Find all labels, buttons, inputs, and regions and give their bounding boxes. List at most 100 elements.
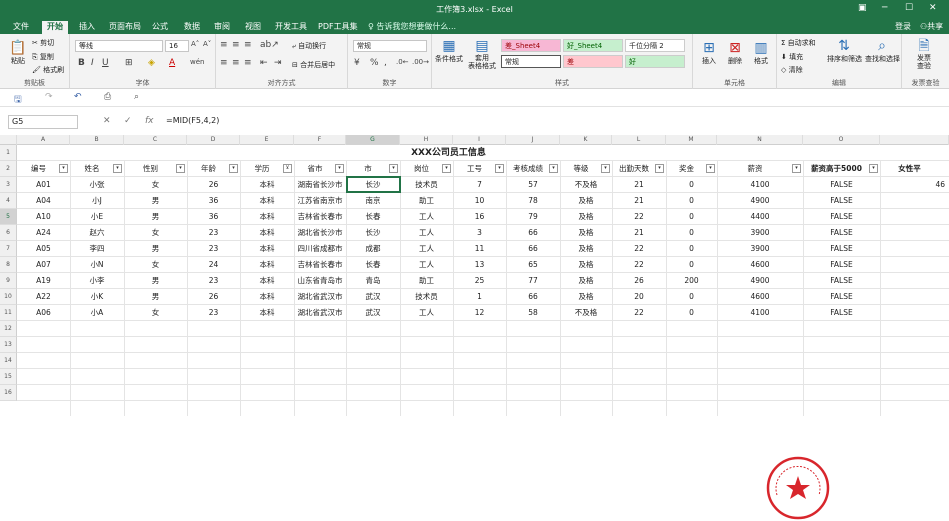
tab-developer[interactable]: 开发工具 xyxy=(270,21,312,34)
table-cell[interactable]: 4100 xyxy=(717,177,803,193)
table-cell[interactable]: 36 xyxy=(187,209,240,225)
table-cell[interactable]: 10 xyxy=(453,193,506,209)
table-cell[interactable]: 23 xyxy=(187,273,240,289)
table-cell[interactable]: 本科 xyxy=(240,257,294,273)
table-cell[interactable]: 女 xyxy=(124,257,187,273)
table-cell[interactable]: 0 xyxy=(666,177,717,193)
table-cell[interactable]: 24 xyxy=(187,257,240,273)
table-cell[interactable]: A22 xyxy=(17,289,70,305)
table-cell[interactable]: 小J xyxy=(70,193,124,209)
table-cell[interactable]: 及格 xyxy=(560,193,612,209)
table-cell[interactable]: 李四 xyxy=(70,241,124,257)
table-cell[interactable]: 技术员 xyxy=(400,177,453,193)
table-cell[interactable]: 22 xyxy=(612,305,666,321)
table-cell[interactable]: 本科 xyxy=(240,209,294,225)
table-cell[interactable]: 0 xyxy=(666,209,717,225)
conditional-formatting-button[interactable]: ▦ 条件格式 xyxy=(434,38,464,64)
row-header-14[interactable]: 14 xyxy=(0,353,17,369)
filter-dropdown-button[interactable]: ▾ xyxy=(389,164,398,173)
table-cell[interactable]: 本科 xyxy=(240,289,294,305)
filter-dropdown-button[interactable]: ▾ xyxy=(176,164,185,173)
table-cell[interactable]: 南京 xyxy=(346,193,400,209)
column-header-J[interactable]: J xyxy=(506,135,560,145)
table-cell[interactable]: 本科 xyxy=(240,241,294,257)
table-cell[interactable]: 女 xyxy=(124,305,187,321)
table-cell[interactable]: FALSE xyxy=(803,289,880,305)
table-cell[interactable]: 工人 xyxy=(400,305,453,321)
row-header-13[interactable]: 13 xyxy=(0,337,17,353)
table-cell[interactable]: 4900 xyxy=(717,193,803,209)
table-cell[interactable]: FALSE xyxy=(803,193,880,209)
table-cell[interactable]: 及格 xyxy=(560,273,612,289)
table-cell[interactable]: 本科 xyxy=(240,225,294,241)
increase-indent-icon[interactable]: ⇥ xyxy=(274,58,282,68)
table-cell[interactable]: A04 xyxy=(17,193,70,209)
table-cell[interactable]: 助工 xyxy=(400,273,453,289)
percent-icon[interactable]: % xyxy=(370,58,379,68)
align-right-icon[interactable]: ≡ xyxy=(244,58,252,68)
table-cell[interactable]: 湖北省武汉市 xyxy=(294,305,346,321)
redo-icon[interactable]: ↷ xyxy=(45,92,53,102)
column-header-B[interactable]: B xyxy=(70,135,124,145)
table-cell[interactable]: 男 xyxy=(124,209,187,225)
table-cell[interactable]: 66 xyxy=(506,241,560,257)
table-cell[interactable]: A24 xyxy=(17,225,70,241)
table-cell[interactable]: 21 xyxy=(612,225,666,241)
formula-input[interactable]: =MID(F5,4,2) xyxy=(166,116,219,125)
column-header-G[interactable]: G xyxy=(346,135,400,145)
bold-icon[interactable]: B xyxy=(78,58,85,68)
table-cell[interactable]: 男 xyxy=(124,289,187,305)
row-header-12[interactable]: 12 xyxy=(0,321,17,337)
ribbon-display-icon[interactable]: ▣ xyxy=(858,3,867,13)
table-cell[interactable]: 26 xyxy=(187,289,240,305)
select-all-corner[interactable] xyxy=(0,135,17,145)
table-cell[interactable]: 小K xyxy=(70,289,124,305)
clear-button[interactable]: ◇ 清除 xyxy=(781,65,803,75)
align-left-icon[interactable]: ≡ xyxy=(220,58,228,68)
row-header-4[interactable]: 4 xyxy=(0,193,17,209)
table-cell[interactable]: 四川省成都市 xyxy=(294,241,346,257)
font-size-select[interactable]: 16 xyxy=(165,40,189,52)
orientation-icon[interactable]: ab↗ xyxy=(260,40,279,50)
decrease-decimal-icon[interactable]: .00→ xyxy=(412,58,429,66)
comma-style-icon[interactable]: , xyxy=(384,58,387,68)
filter-dropdown-button[interactable]: ▾ xyxy=(495,164,504,173)
align-top-icon[interactable]: ≡ xyxy=(220,40,228,50)
tab-home[interactable]: 开始 xyxy=(42,21,68,34)
table-cell[interactable]: 本科 xyxy=(240,305,294,321)
column-header-M[interactable]: M xyxy=(666,135,717,145)
table-cell[interactable]: 22 xyxy=(612,209,666,225)
table-cell[interactable]: 4600 xyxy=(717,257,803,273)
worksheet-grid[interactable]: ABCDEFGHIJKLMNO 1 2 3 4 5 6 7 8 9 10 11 12 13 14 15 16 X… xyxy=(0,135,949,520)
maximize-icon[interactable]: ☐ xyxy=(905,3,913,13)
font-color-icon[interactable]: A xyxy=(169,58,175,68)
tab-view[interactable]: 视图 xyxy=(240,21,266,34)
column-header-H[interactable]: H xyxy=(400,135,453,145)
table-cell[interactable]: 湖北省长沙市 xyxy=(294,225,346,241)
tab-review[interactable]: 审阅 xyxy=(209,21,235,34)
column-header-C[interactable]: C xyxy=(124,135,187,145)
align-center-icon[interactable]: ≡ xyxy=(232,58,240,68)
table-cell[interactable]: 4400 xyxy=(717,209,803,225)
table-cell[interactable]: 男 xyxy=(124,241,187,257)
table-cell[interactable]: 女 xyxy=(124,177,187,193)
style-comma-2[interactable]: 千位分隔 2 xyxy=(625,39,685,52)
column-header-E[interactable]: E xyxy=(240,135,294,145)
border-icon[interactable]: ⊞ xyxy=(125,58,133,68)
column-header-F[interactable]: F xyxy=(294,135,346,145)
table-cell[interactable]: 23 xyxy=(187,305,240,321)
table-cell[interactable]: 长春 xyxy=(346,257,400,273)
table-cell[interactable]: 山东省青岛市 xyxy=(294,273,346,289)
tab-page-layout[interactable]: 页面布局 xyxy=(104,21,146,34)
table-cell[interactable]: 不及格 xyxy=(560,177,612,193)
filter-dropdown-button[interactable]: ▾ xyxy=(792,164,801,173)
filter-dropdown-button[interactable]: ▾ xyxy=(113,164,122,173)
grow-font-icon[interactable]: A˄ xyxy=(191,40,199,48)
column-header-A[interactable]: A xyxy=(17,135,70,145)
underline-icon[interactable]: U xyxy=(102,58,109,68)
table-cell[interactable]: 工人 xyxy=(400,241,453,257)
filter-dropdown-button[interactable]: ⊻ xyxy=(283,164,292,173)
table-cell[interactable]: 12 xyxy=(453,305,506,321)
table-cell[interactable]: 16 xyxy=(453,209,506,225)
row-header-8[interactable]: 8 xyxy=(0,257,17,273)
